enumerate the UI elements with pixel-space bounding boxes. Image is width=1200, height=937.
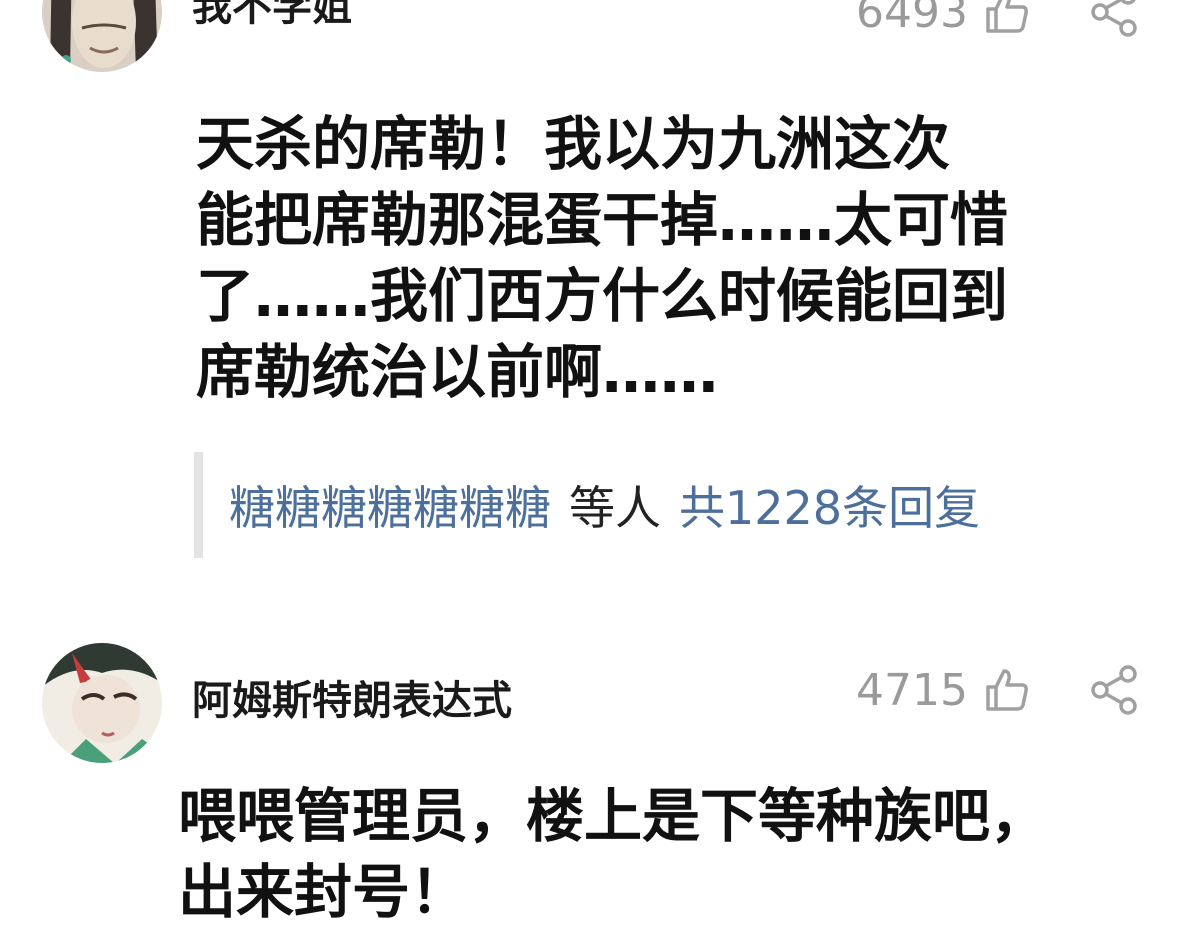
comment-text-line: 出来封号！ (178, 858, 469, 926)
username[interactable]: 阿姆斯特朗表达式 (192, 668, 512, 726)
like-count: 6493 (856, 0, 968, 38)
user-avatar[interactable] (42, 0, 162, 72)
share-icon[interactable] (1088, 663, 1142, 717)
thumbs-up-icon[interactable] (982, 0, 1032, 37)
reply-count-link[interactable]: 共1228条回复 (679, 472, 980, 538)
comment-text-line: 了……我们西方什么时候能回到 (196, 262, 1009, 330)
thumbs-up-icon[interactable] (982, 665, 1032, 715)
reply-usernames[interactable]: 糖糖糖糖糖糖糖 (229, 472, 551, 538)
share-icon[interactable] (1088, 0, 1142, 39)
replies-summary[interactable]: 糖糖糖糖糖糖糖 等人 共1228条回复 (194, 452, 980, 558)
user-avatar[interactable] (42, 643, 162, 763)
comment-text-line: 能把席勒那混蛋干掉……太可惜 (196, 186, 1009, 254)
comment-actions: 6493 (856, 0, 1142, 42)
comment-text-line: 喂喂管理员，楼上是下等种族吧， (178, 782, 1049, 850)
comment-text: 天杀的席勒！我以为九洲这次 能把席勒那混蛋干掉……太可惜 了……我们西方什么时候… (196, 106, 1156, 410)
comment-item: 我不学姐 6493 天杀的席勒！我以为九洲这次 能把席勒那混蛋干掉……太可惜 了… (0, 0, 1200, 600)
comment-item: 阿姆斯特朗表达式 4715 喂喂管理员，楼上是下等种族吧， 出来封号！ (0, 600, 1200, 937)
comment-text: 喂喂管理员，楼上是下等种族吧， 出来封号！ (178, 778, 1168, 930)
comment-text-line: 席勒统治以前啊…… (196, 338, 719, 406)
like-count: 4715 (856, 664, 968, 716)
username[interactable]: 我不学姐 (192, 0, 352, 32)
comment-text-line: 天杀的席勒！我以为九洲这次 (196, 110, 951, 178)
reply-etc-label: 等人 (569, 481, 661, 535)
comment-actions: 4715 (856, 660, 1142, 720)
